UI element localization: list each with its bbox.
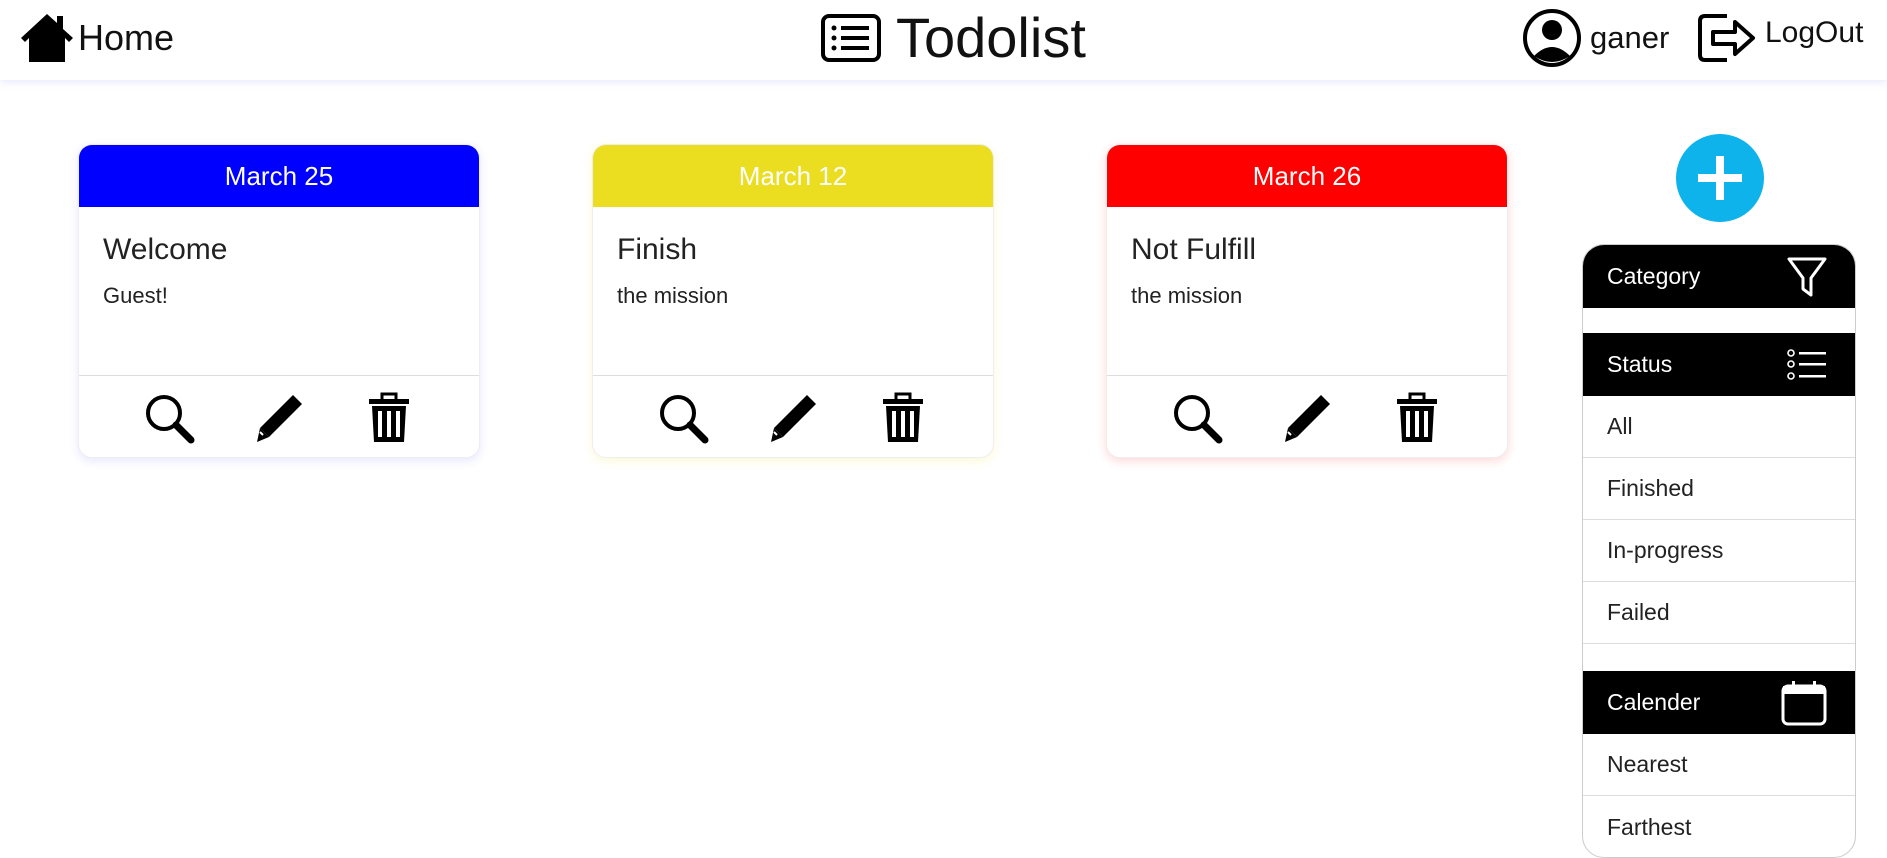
card-title: Not Fulfill bbox=[1131, 233, 1257, 266]
pencil-icon bbox=[257, 394, 302, 442]
card-date-header: March 26 bbox=[1107, 145, 1507, 207]
todo-card: March 12 Finish the mission bbox=[592, 144, 994, 458]
card-description: the mission bbox=[617, 283, 729, 308]
view-button[interactable] bbox=[143, 392, 195, 444]
calender-header: Calender bbox=[1583, 671, 1855, 734]
home-icon bbox=[21, 14, 73, 62]
search-icon bbox=[146, 394, 195, 443]
trash-icon bbox=[1397, 392, 1437, 442]
category-label: Category bbox=[1607, 263, 1701, 289]
home-label: Home bbox=[78, 17, 175, 58]
calender-option-farthest[interactable]: Farthest bbox=[1583, 796, 1855, 857]
edit-button[interactable] bbox=[253, 392, 305, 444]
card-description: the mission bbox=[1131, 283, 1243, 308]
plus-icon bbox=[1698, 156, 1742, 200]
trash-icon bbox=[883, 392, 923, 442]
card-title: Welcome bbox=[103, 233, 228, 266]
edit-button[interactable] bbox=[1281, 392, 1333, 444]
filter-panel: Category Status All Finished In-progress… bbox=[1582, 244, 1856, 858]
calender-label: Calender bbox=[1607, 689, 1701, 715]
username: ganer bbox=[1590, 20, 1670, 55]
card-date: March 12 bbox=[738, 160, 848, 191]
pencil-icon bbox=[771, 394, 816, 442]
logout-label: LogOut bbox=[1765, 16, 1864, 49]
calendar-icon bbox=[1781, 680, 1827, 725]
home-link[interactable]: Home bbox=[18, 10, 174, 66]
card-actions bbox=[79, 375, 479, 457]
delete-button[interactable] bbox=[363, 392, 415, 444]
category-header[interactable]: Category bbox=[1583, 245, 1855, 308]
card-actions bbox=[593, 375, 993, 457]
add-todo-button[interactable] bbox=[1676, 134, 1764, 222]
card-title: Finish bbox=[617, 233, 698, 266]
app-title: Todolist bbox=[896, 6, 1086, 69]
status-header: Status bbox=[1583, 333, 1855, 396]
user-profile[interactable]: ganer bbox=[1522, 8, 1669, 68]
view-button[interactable] bbox=[657, 392, 709, 444]
logout-icon bbox=[1698, 14, 1755, 62]
list-box-icon bbox=[821, 14, 881, 62]
top-navbar: Home Todolist ganer LogOut bbox=[0, 0, 1887, 80]
delete-button[interactable] bbox=[877, 392, 929, 444]
todo-card: March 25 Welcome Guest! bbox=[78, 144, 480, 458]
delete-button[interactable] bbox=[1391, 392, 1443, 444]
user-avatar-icon bbox=[1523, 9, 1581, 67]
todo-card: March 26 Not Fulfill the mission bbox=[1106, 144, 1508, 458]
status-option-all[interactable]: All bbox=[1583, 396, 1855, 458]
status-option-in-progress[interactable]: In-progress bbox=[1583, 520, 1855, 582]
app-brand: Todolist bbox=[820, 8, 1086, 68]
list-icon bbox=[1787, 348, 1826, 380]
status-label: Status bbox=[1607, 351, 1673, 377]
card-actions bbox=[1107, 375, 1507, 457]
search-icon bbox=[660, 394, 709, 443]
card-description: Guest! bbox=[103, 283, 168, 308]
card-date-header: March 25 bbox=[79, 145, 479, 207]
calender-option-nearest[interactable]: Nearest bbox=[1583, 734, 1855, 796]
pencil-icon bbox=[1285, 394, 1330, 442]
card-date-header: March 12 bbox=[593, 145, 993, 207]
logout-button[interactable]: LogOut bbox=[1697, 12, 1863, 64]
edit-button[interactable] bbox=[767, 392, 819, 444]
card-date: March 26 bbox=[1252, 160, 1362, 191]
status-option-failed[interactable]: Failed bbox=[1583, 582, 1855, 644]
filter-icon bbox=[1787, 257, 1827, 296]
search-icon bbox=[1174, 394, 1223, 443]
trash-icon bbox=[369, 392, 409, 442]
status-option-finished[interactable]: Finished bbox=[1583, 458, 1855, 520]
view-button[interactable] bbox=[1171, 392, 1223, 444]
card-date: March 25 bbox=[224, 160, 334, 191]
